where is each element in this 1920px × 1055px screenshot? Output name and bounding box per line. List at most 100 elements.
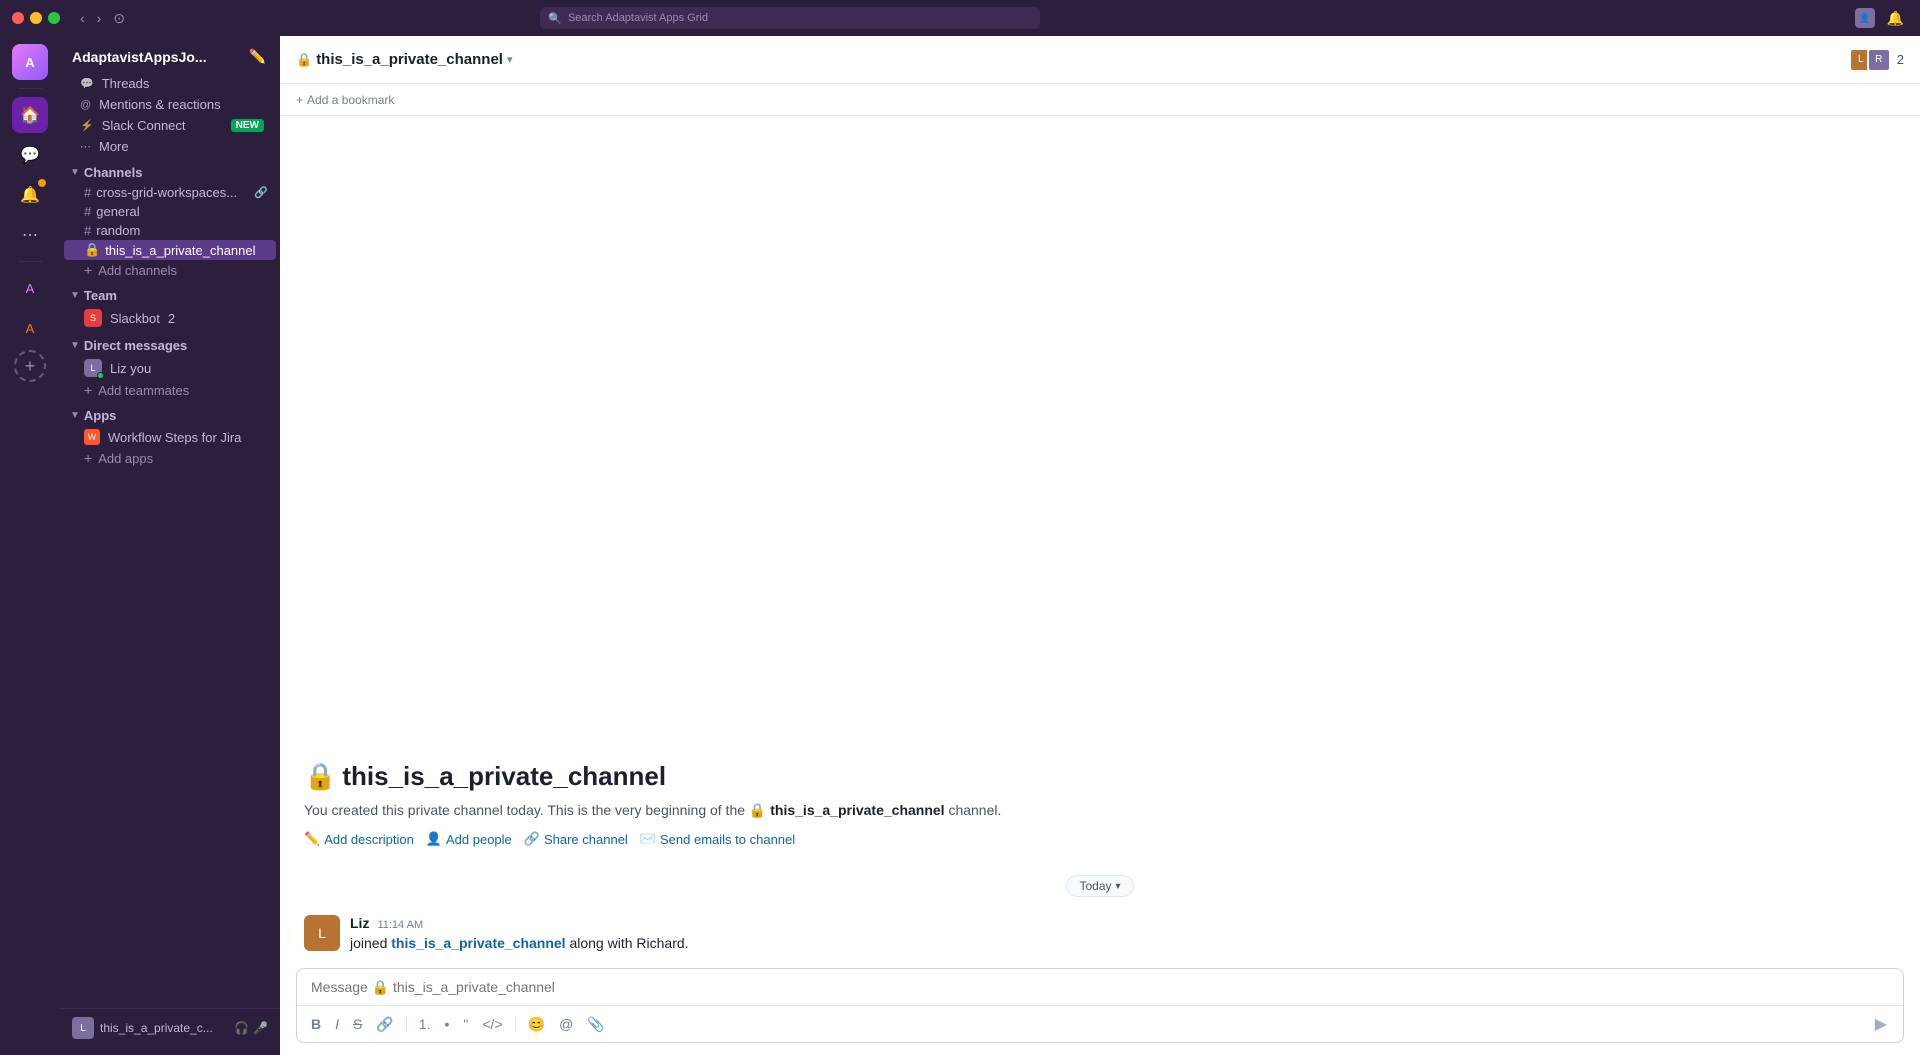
icon-rail: A 🏠 💬 🔔 ⋯ A A + [0, 36, 60, 1055]
add-description-label: Add description [324, 832, 414, 847]
channel-private[interactable]: 🔒 this_is_a_private_channel [64, 240, 276, 260]
forward-button[interactable]: › [93, 8, 106, 29]
ordered-list-button[interactable]: 1. [413, 1012, 437, 1036]
more-icon: ⋯ [80, 140, 91, 153]
channel-name-private: this_is_a_private_channel [105, 243, 255, 258]
jira-app-name: Workflow Steps for Jira [108, 430, 241, 445]
dm-slackbot[interactable]: S Slackbot 2 [64, 306, 276, 330]
add-people-link[interactable]: 👤 Add people [426, 831, 512, 847]
channel-random[interactable]: # random [64, 221, 276, 240]
search-bar[interactable]: 🔍 Search Adaptavist Apps Grid [540, 7, 1040, 29]
add-apps-icon: + [84, 450, 92, 466]
rail-more[interactable]: ⋯ [12, 217, 48, 253]
add-teammates-item[interactable]: + Add teammates [64, 380, 276, 400]
intro-lock-icon: 🔒 [304, 761, 336, 792]
add-apps-label: Add apps [98, 451, 153, 466]
link-button[interactable]: 🔗 [370, 1012, 399, 1037]
channel-title-area[interactable]: 🔒 this_is_a_private_channel ▾ [296, 51, 512, 68]
emoji-button[interactable]: 😊 [522, 1012, 551, 1037]
compose-input[interactable] [297, 969, 1903, 1005]
app-workflow-jira[interactable]: W Workflow Steps for Jira [64, 426, 276, 448]
workspace-avatar[interactable]: A [12, 44, 48, 80]
footer-headphones-icon[interactable]: 🎧 [234, 1021, 249, 1035]
channels-chevron: ▼ [70, 167, 80, 178]
channel-header: 🔒 this_is_a_private_channel ▾ L R 2 [280, 36, 1920, 84]
sidebar-item-more[interactable]: ⋯ More [64, 136, 276, 157]
rail-dms[interactable]: 💬 [12, 137, 48, 173]
member-avatars[interactable]: L R 2 [1853, 48, 1904, 72]
sidebar-threads-label: Threads [102, 76, 150, 91]
channels-section-header[interactable]: ▼ Channels [60, 157, 280, 183]
rail-app-1[interactable]: A [12, 270, 48, 306]
messages-spacer [280, 116, 1920, 741]
sidebar-header: AdaptavistAppsJo... ✏️ [60, 36, 280, 73]
bold-button[interactable]: B [305, 1012, 327, 1036]
footer-avatar: L [72, 1017, 94, 1039]
channel-hash-icon: # [84, 185, 91, 200]
rail-activity[interactable]: 🔔 [12, 177, 48, 213]
compose-box: B I S 🔗 1. • " </> 😊 @ 📎 ▶ [296, 968, 1904, 1043]
send-button[interactable]: ▶ [1867, 1010, 1895, 1038]
compose-button[interactable]: ✏️ [247, 46, 268, 67]
close-button[interactable] [12, 12, 24, 24]
traffic-lights [12, 12, 60, 24]
sidebar-footer[interactable]: L this_is_a_private_c... 🎧 🎤 [60, 1008, 280, 1047]
channel-hash-icon: # [84, 223, 91, 238]
liz-status-dot [97, 372, 104, 379]
search-placeholder: Search Adaptavist Apps Grid [568, 12, 708, 24]
nav-buttons: ‹ › ⊙ [76, 8, 129, 29]
footer-channel-name: this_is_a_private_c... [100, 1021, 213, 1035]
channels-section-title: Channels [84, 165, 143, 180]
send-emails-link[interactable]: ✉️ Send emails to channel [640, 831, 795, 847]
sidebar-item-threads[interactable]: 💬 Threads [64, 73, 276, 94]
user-avatar-title: 👤 [1855, 8, 1875, 28]
add-bookmark-button[interactable]: + Add a bookmark [296, 93, 394, 107]
workspace-name[interactable]: AdaptavistAppsJo... [72, 49, 207, 65]
app-body: A 🏠 💬 🔔 ⋯ A A + AdaptavistAppsJo... ✏️ 💬… [0, 36, 1920, 1055]
sidebar-more-label: More [99, 139, 129, 154]
intro-text-before: You created this private channel today. … [304, 802, 745, 818]
channel-intro-links: ✏️ Add description 👤 Add people 🔗 Share … [304, 831, 1896, 847]
date-badge[interactable]: Today ▾ [1066, 875, 1133, 897]
blockquote-button[interactable]: " [457, 1012, 474, 1036]
history-button[interactable]: ⊙ [109, 8, 129, 29]
rail-home[interactable]: 🏠 [12, 97, 48, 133]
code-button[interactable]: </> [476, 1012, 508, 1036]
rail-add-workspace[interactable]: + [14, 350, 46, 382]
strikethrough-button[interactable]: S [347, 1012, 368, 1036]
dm-section-header[interactable]: ▼ Direct messages [60, 330, 280, 356]
toolbar-divider [406, 1016, 407, 1032]
liz-avatar: L [84, 359, 102, 377]
maximize-button[interactable] [48, 12, 60, 24]
unordered-list-button[interactable]: • [438, 1012, 455, 1036]
add-teammates-label: Add teammates [98, 383, 189, 398]
share-channel-link[interactable]: 🔗 Share channel [524, 831, 628, 847]
italic-button[interactable]: I [329, 1012, 345, 1036]
rail-app-2[interactable]: A [12, 310, 48, 346]
add-channels-label: Add channels [98, 263, 177, 278]
title-right-area: 👤 🔔 [1855, 8, 1908, 29]
add-apps-item[interactable]: + Add apps [64, 448, 276, 468]
add-description-link[interactable]: ✏️ Add description [304, 831, 414, 847]
sidebar-mentions-label: Mentions & reactions [99, 97, 220, 112]
sidebar-item-slack-connect[interactable]: ⚡ Slack Connect NEW [64, 115, 276, 136]
apps-section-header[interactable]: ▼ Apps [60, 400, 280, 426]
channel-cross-grid[interactable]: # cross-grid-workspaces... 🔗 [64, 183, 276, 202]
liz-name: Liz you [110, 361, 151, 376]
toolbar-divider-2 [515, 1016, 516, 1032]
sidebar-item-mentions[interactable]: @ Mentions & reactions [64, 94, 276, 115]
message-text: joined this_is_a_private_channel along w… [350, 933, 1896, 954]
add-bookmark-label: Add a bookmark [307, 93, 394, 107]
notification-button[interactable]: 🔔 [1883, 8, 1908, 29]
dm-liz[interactable]: L Liz you [64, 356, 276, 380]
attach-button[interactable]: 📎 [581, 1012, 610, 1037]
footer-mic-icon[interactable]: 🎤 [253, 1021, 268, 1035]
at-button[interactable]: @ [553, 1012, 579, 1036]
back-button[interactable]: ‹ [76, 8, 89, 29]
minimize-button[interactable] [30, 12, 42, 24]
channel-name-cross-grid: cross-grid-workspaces... [96, 185, 237, 200]
team-section-header[interactable]: ▼ Team [60, 280, 280, 306]
add-channels-item[interactable]: + Add channels [64, 260, 276, 280]
channel-general[interactable]: # general [64, 202, 276, 221]
add-teammates-icon: + [84, 382, 92, 398]
